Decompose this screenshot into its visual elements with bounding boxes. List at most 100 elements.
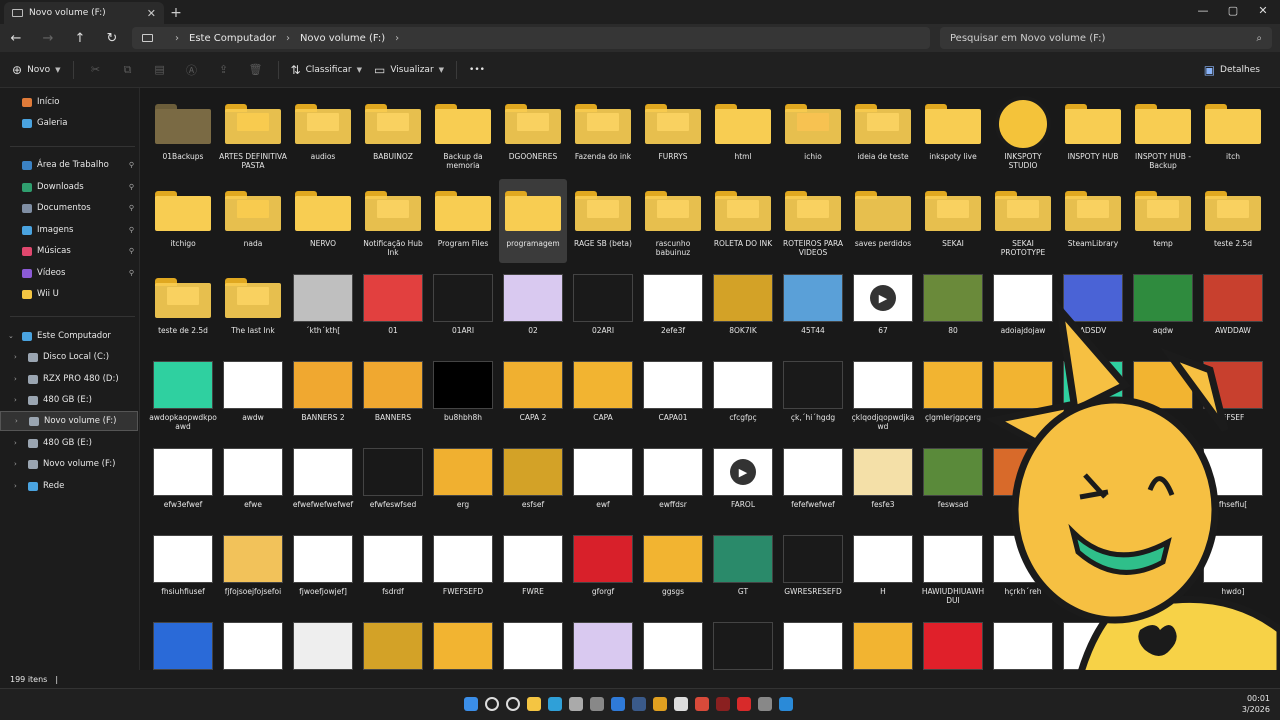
folder-item[interactable]: html (709, 92, 777, 176)
sidebar-item[interactable]: Vídeos ⚲ (0, 263, 138, 283)
clock[interactable]: 00:01 3/2026 (1242, 693, 1270, 715)
sidebar-item[interactable]: Imagens ⚲ (0, 220, 138, 240)
more-options-button[interactable]: ••• (463, 58, 491, 82)
steam-icon[interactable] (632, 697, 646, 711)
breadcrumb-novo-volume[interactable]: Novo volume (F:) (300, 33, 385, 44)
sidebar-item[interactable]: Wii U (0, 284, 138, 304)
sidebar-item[interactable]: Área de Trabalho ⚲ (0, 155, 138, 175)
folder-item[interactable]: teste 2.5d (1199, 179, 1267, 263)
file-item[interactable]: ▶ FAROL (709, 440, 777, 524)
refresh-icon[interactable]: ↻ (96, 24, 128, 52)
file-item[interactable]: 8OK7IK (709, 266, 777, 350)
folder-item[interactable]: rascunho babuinuz (639, 179, 707, 263)
file-item[interactable]: cfcgfpç (709, 353, 777, 437)
chevron-right-icon[interactable]: › (175, 33, 179, 44)
sidebar-item[interactable]: Downloads ⚲ (0, 177, 138, 197)
close-button[interactable]: ✕ (1246, 0, 1280, 20)
forward-icon[interactable]: → (32, 24, 64, 52)
file-item[interactable]: efw3efwef (149, 440, 217, 524)
chevron-right-icon[interactable]: › (14, 353, 17, 361)
chevron-right-icon[interactable]: › (14, 460, 17, 468)
folder-item[interactable]: ROLETA DO INK (709, 179, 777, 263)
file-item[interactable]: H (849, 527, 917, 611)
file-item[interactable] (149, 614, 217, 670)
rename-icon[interactable]: Ⓐ (176, 58, 208, 82)
folder-item[interactable]: FURRYS (639, 92, 707, 176)
new-tab-button[interactable]: + (164, 2, 188, 24)
chevron-right-icon[interactable]: › (14, 375, 17, 383)
sidebar-item[interactable]: › 480 GB (E:) (0, 433, 138, 453)
details-button[interactable]: ▣ Detalhes (1198, 58, 1266, 82)
file-item[interactable] (779, 614, 847, 670)
file-item[interactable]: ewffdsr (639, 440, 707, 524)
folder-item[interactable]: audios (289, 92, 357, 176)
sidebar-item[interactable]: › RZX PRO 480 (D:) (0, 369, 138, 389)
file-item[interactable]: FWEFSEFD (429, 527, 497, 611)
file-item[interactable] (289, 614, 357, 670)
folder-item[interactable]: NERVO (289, 179, 357, 263)
sidebar-item[interactable]: Galeria (0, 113, 138, 133)
sidebar-item[interactable]: Músicas ⚲ (0, 241, 138, 261)
folder-item[interactable]: Program Files (429, 179, 497, 263)
calc-icon[interactable] (758, 697, 772, 711)
folder-item[interactable]: itch (1199, 92, 1267, 176)
view-button[interactable]: ▭ Visualizar ▼ (368, 58, 450, 82)
folder-item[interactable]: RAGE SB (beta) (569, 179, 637, 263)
file-item[interactable]: awdw (219, 353, 287, 437)
chevron-right-icon[interactable]: › (286, 33, 290, 44)
folder-item[interactable]: Fazenda do ink (569, 92, 637, 176)
file-item[interactable]: esfsef (499, 440, 567, 524)
file-item[interactable]: BANNERS (359, 353, 427, 437)
breadcrumb[interactable]: › Este Computador › Novo volume (F:) › (132, 27, 930, 49)
folder-item[interactable]: ichio (779, 92, 847, 176)
folder-item[interactable]: nada (219, 179, 287, 263)
app2-icon[interactable] (716, 697, 730, 711)
folder-item[interactable]: programagem (499, 179, 567, 263)
taskview-icon[interactable] (506, 697, 520, 711)
folder-item[interactable]: DGOONERES (499, 92, 567, 176)
folder-item[interactable]: INSPOTY HUB - Backup (1129, 92, 1197, 176)
folder-item[interactable]: INSPOTY HUB (1059, 92, 1127, 176)
sidebar-item[interactable]: › Rede (0, 476, 138, 496)
file-item[interactable] (569, 614, 637, 670)
file-item[interactable]: GT (709, 527, 777, 611)
folder-item[interactable]: ideia de teste (849, 92, 917, 176)
folder-item[interactable]: 01Backups (149, 92, 217, 176)
paste-icon[interactable]: ▤ (144, 58, 176, 82)
folder-item[interactable]: SteamLibrary (1059, 179, 1127, 263)
chrome2-icon[interactable] (695, 697, 709, 711)
back-icon[interactable]: ← (0, 24, 32, 52)
file-item[interactable]: CAPA 2 (499, 353, 567, 437)
file-item[interactable]: BANNERS 2 (289, 353, 357, 437)
start-icon[interactable] (464, 697, 478, 711)
chrome-icon[interactable] (653, 697, 667, 711)
file-item[interactable] (359, 614, 427, 670)
file-item[interactable]: ewf (569, 440, 637, 524)
file-item[interactable]: 02ARI (569, 266, 637, 350)
file-item[interactable]: efwefwefwefwef (289, 440, 357, 524)
sidebar-item[interactable]: Início (0, 92, 138, 112)
file-item[interactable]: fhsiuhfiusef (149, 527, 217, 611)
file-item[interactable]: 02 (499, 266, 567, 350)
search-input[interactable]: Pesquisar em Novo volume (F:) ⌕ (940, 27, 1272, 49)
chevron-down-icon[interactable]: ⌄ (8, 332, 14, 340)
folder-item[interactable]: SEKAI PROTOTYPE (989, 179, 1057, 263)
folder-item[interactable]: itchigo (149, 179, 217, 263)
file-item[interactable]: ´kth´kth[ (289, 266, 357, 350)
file-item[interactable]: CAPA01 (639, 353, 707, 437)
tab-close-icon[interactable]: ✕ (147, 7, 156, 20)
sidebar-item[interactable]: ⌄ Este Computador (0, 326, 138, 346)
file-item[interactable]: ▶ 67 (849, 266, 917, 350)
file-item[interactable]: çk,´hi´hgdg (779, 353, 847, 437)
chevron-right-icon[interactable]: › (14, 439, 17, 447)
folder-item[interactable]: BABUINOZ (359, 92, 427, 176)
sidebar-item[interactable]: › 480 GB (E:) (0, 390, 138, 410)
file-item[interactable] (429, 614, 497, 670)
sidebar-item[interactable]: › Novo volume (F:) (0, 411, 138, 431)
photos-icon[interactable] (779, 697, 793, 711)
sidebar-item[interactable]: Documentos ⚲ (0, 198, 138, 218)
up-icon[interactable]: ↑ (64, 24, 96, 52)
breadcrumb-este-computador[interactable]: Este Computador (189, 33, 276, 44)
folder-item[interactable]: ROTEIROS PARA VIDEOS (779, 179, 847, 263)
settings-icon[interactable] (569, 697, 583, 711)
